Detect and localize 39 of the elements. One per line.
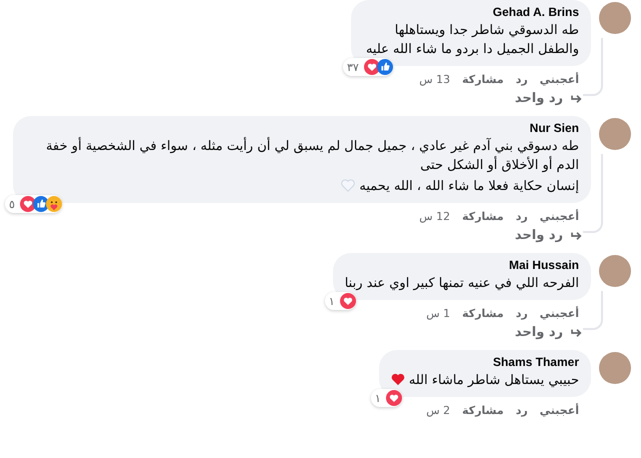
comment-action-link[interactable]: رد	[516, 307, 528, 320]
comment-text: الفرحه اللي في عنيه تمنها كبير اوي عند ربنا	[344, 275, 579, 293]
comment-action-link[interactable]: أعجبني	[540, 210, 579, 223]
avatar[interactable]	[599, 118, 631, 150]
comment-action-link[interactable]: أعجبني	[540, 73, 579, 86]
replies-link[interactable]: رد واحد	[506, 320, 591, 340]
avatar[interactable]	[599, 255, 631, 287]
comment-action-link[interactable]: رد	[516, 73, 528, 86]
comment-text: حبيبي يستاهل شاطر ماشاء الله	[390, 371, 579, 390]
comment-time[interactable]: 2 س	[426, 404, 450, 417]
replies-link[interactable]: رد واحد	[506, 86, 591, 106]
reactions-badge[interactable]: ٣٧	[343, 58, 393, 76]
commenter-name[interactable]: Nur Sien	[530, 121, 579, 135]
reactions-badge[interactable]: ٥	[5, 195, 62, 213]
comment-time[interactable]: 13 س	[419, 73, 450, 86]
reply-arrow-icon	[571, 94, 583, 104]
comment-text: إنسان حكاية فعلا ما شاء الله ، الله يحميه	[25, 177, 579, 196]
replies-link[interactable]: رد واحد	[506, 223, 591, 243]
comment-time[interactable]: 12 س	[419, 210, 450, 223]
reply-arrow-icon	[571, 230, 583, 240]
commenter-name[interactable]: Shams Thamer	[492, 355, 579, 369]
comment-action-link[interactable]: مشاركة	[462, 210, 504, 223]
avatar[interactable]	[599, 2, 631, 34]
comment-time[interactable]: 1 س	[426, 307, 450, 320]
comment-action-link[interactable]: أعجبني	[540, 307, 579, 320]
comment-action-link[interactable]: مشاركة	[462, 307, 504, 320]
avatar[interactable]	[599, 352, 631, 384]
reactions-badge[interactable]: ١	[370, 389, 402, 407]
comment-action-link[interactable]: رد	[516, 404, 528, 417]
comment-action-link[interactable]: مشاركة	[462, 73, 504, 86]
comment-action-link[interactable]: أعجبني	[540, 404, 579, 417]
reactions-badge[interactable]: ١	[324, 292, 356, 310]
comment-text: طه دسوقي بني آدم غير عادي ، جميل جمال لم يسبق لي أن رأيت مثله ، سواء في الشخصية أو خفة الدم أو الأخلاق أو الشكل حتى	[44, 137, 579, 175]
commenter-name[interactable]: Mai Hussain	[508, 258, 579, 272]
reply-arrow-icon	[571, 328, 583, 338]
comment-action-link[interactable]: مشاركة	[462, 404, 504, 417]
comment-action-link[interactable]: رد	[516, 210, 528, 223]
comment-text: طه الدسوقي شاطر جدا ويستاهلها والطفل الجميل دا بردو ما شاء الله عليه	[364, 22, 579, 59]
commenter-name[interactable]: Gehad A. Brins	[492, 5, 579, 19]
